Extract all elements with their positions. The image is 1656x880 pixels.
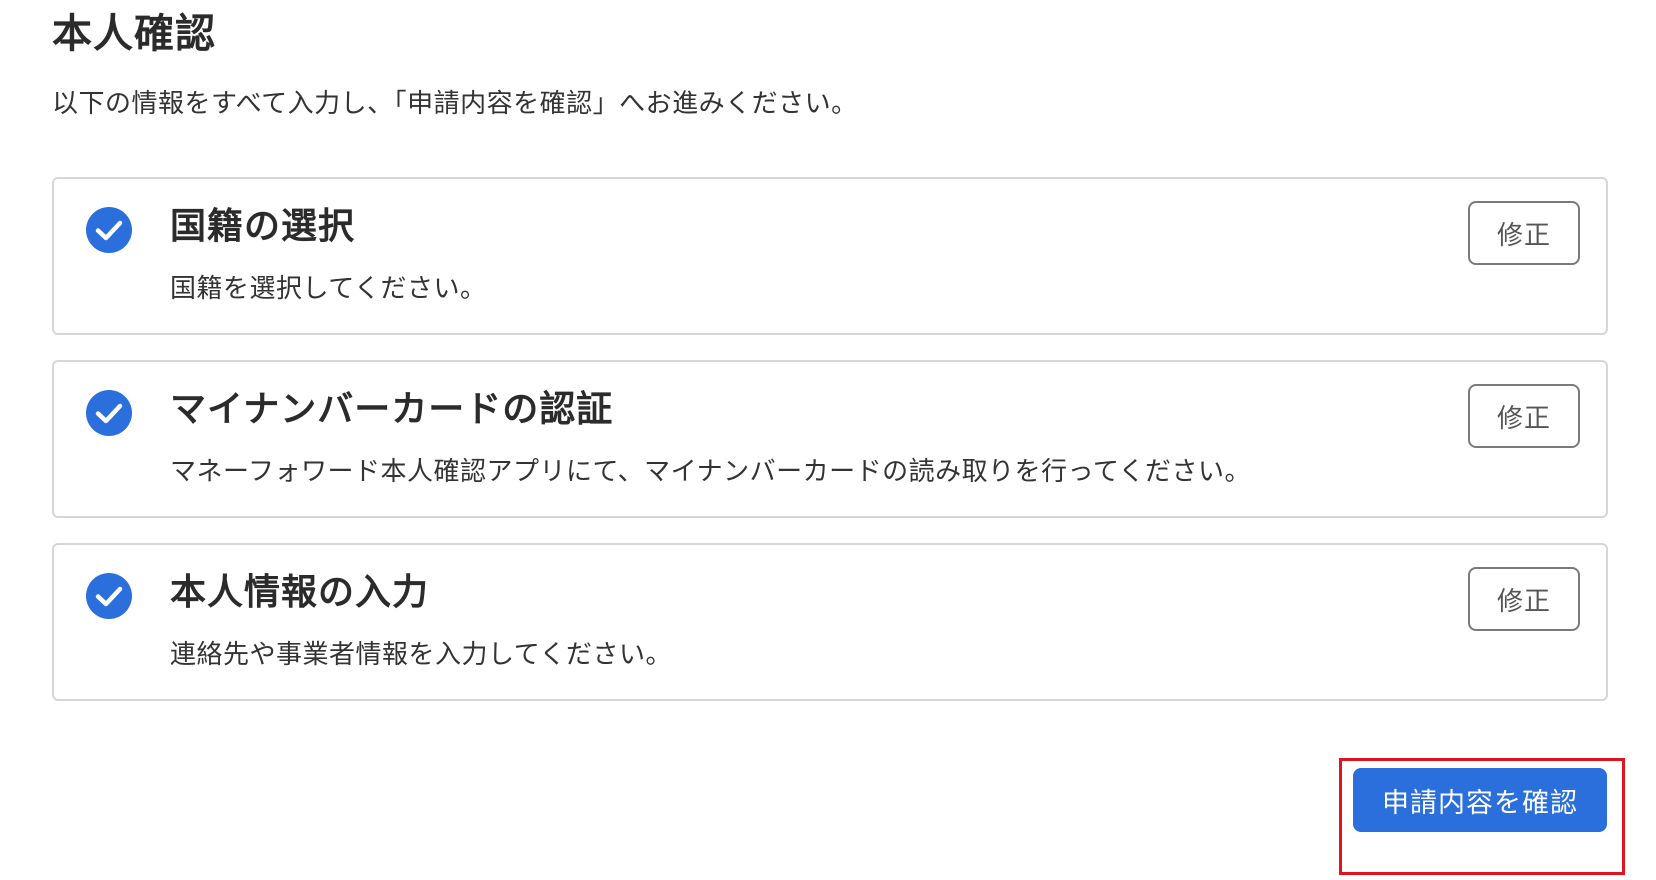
check-circle-icon <box>86 573 132 619</box>
step-card-mynumber-card: マイナンバーカードの認証 マネーフォワード本人確認アプリにて、マイナンバーカード… <box>52 360 1608 518</box>
page-title: 本人確認 <box>52 11 216 57</box>
confirm-application-button[interactable]: 申請内容を確認 <box>1353 768 1607 832</box>
identity-verification-page: 本人確認 以下の情報をすべて入力し、「申請内容を確認」へお進みください。 国籍の… <box>0 0 1656 880</box>
check-circle-icon <box>86 207 132 253</box>
step-card-nationality: 国籍の選択 国籍を選択してください。 修正 <box>52 177 1608 335</box>
step-title: マイナンバーカードの認証 <box>170 389 614 430</box>
instructions-text: 以下の情報をすべて入力し、「申請内容を確認」へお進みください。 <box>52 89 858 119</box>
step-description: 国籍を選択してください。 <box>170 274 487 304</box>
step-title: 本人情報の入力 <box>170 572 430 613</box>
edit-mynumber-card-button[interactable]: 修正 <box>1468 384 1580 448</box>
step-title: 国籍の選択 <box>170 206 356 247</box>
edit-personal-info-button[interactable]: 修正 <box>1468 567 1580 631</box>
step-list: 国籍の選択 国籍を選択してください。 修正 マイナンバーカードの認証 マネーフォ… <box>52 177 1608 726</box>
step-description: マネーフォワード本人確認アプリにて、マイナンバーカードの読み取りを行ってください… <box>170 457 1252 487</box>
check-circle-icon <box>86 390 132 436</box>
step-description: 連絡先や事業者情報を入力してください。 <box>170 640 672 670</box>
step-card-personal-info: 本人情報の入力 連絡先や事業者情報を入力してください。 修正 <box>52 543 1608 701</box>
edit-nationality-button[interactable]: 修正 <box>1468 201 1580 265</box>
